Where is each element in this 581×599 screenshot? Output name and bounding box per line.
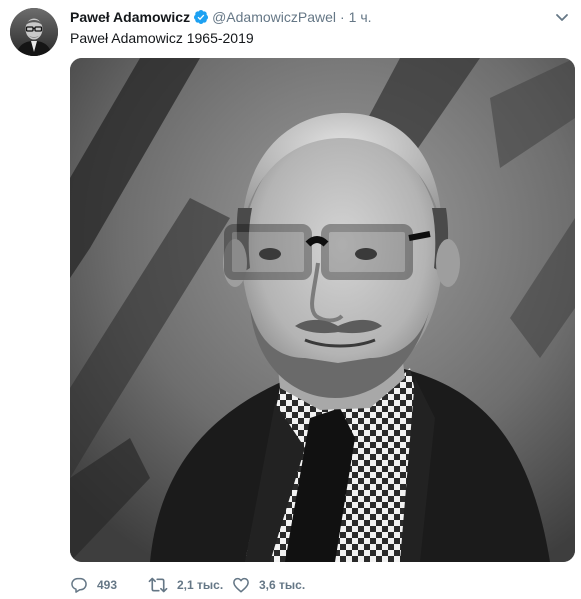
verified-badge-icon [193, 9, 209, 25]
tweet-actions: 493 2,1 тыс. 3,6 тыс. [70, 575, 332, 595]
separator-dot: · [340, 9, 345, 25]
reply-icon [71, 577, 87, 593]
like-count: 3,6 тыс. [259, 578, 306, 592]
reply-button[interactable]: 493 [70, 576, 148, 594]
tweet-header: Paweł Adamowicz @AdamowiczPawel · 1 ч. [70, 7, 372, 27]
reply-count: 493 [97, 578, 118, 592]
avatar[interactable] [10, 8, 58, 56]
tweet-photo[interactable] [70, 58, 575, 562]
portrait-image [70, 58, 575, 562]
retweet-button[interactable]: 2,1 тыс. [148, 576, 232, 594]
author-name[interactable]: Paweł Adamowicz [70, 7, 190, 27]
tweet-text: Paweł Adamowicz 1965-2019 [70, 30, 254, 46]
like-button[interactable]: 3,6 тыс. [232, 576, 332, 594]
chevron-down-icon[interactable] [553, 8, 571, 26]
tweet: Paweł Adamowicz @AdamowiczPawel · 1 ч. P… [0, 0, 581, 599]
author-handle[interactable]: @AdamowiczPawel [212, 7, 336, 27]
retweet-icon [148, 577, 168, 593]
retweet-count: 2,1 тыс. [177, 578, 224, 592]
heart-icon [233, 577, 249, 593]
avatar-image [10, 8, 58, 56]
timestamp[interactable]: 1 ч. [349, 7, 372, 27]
